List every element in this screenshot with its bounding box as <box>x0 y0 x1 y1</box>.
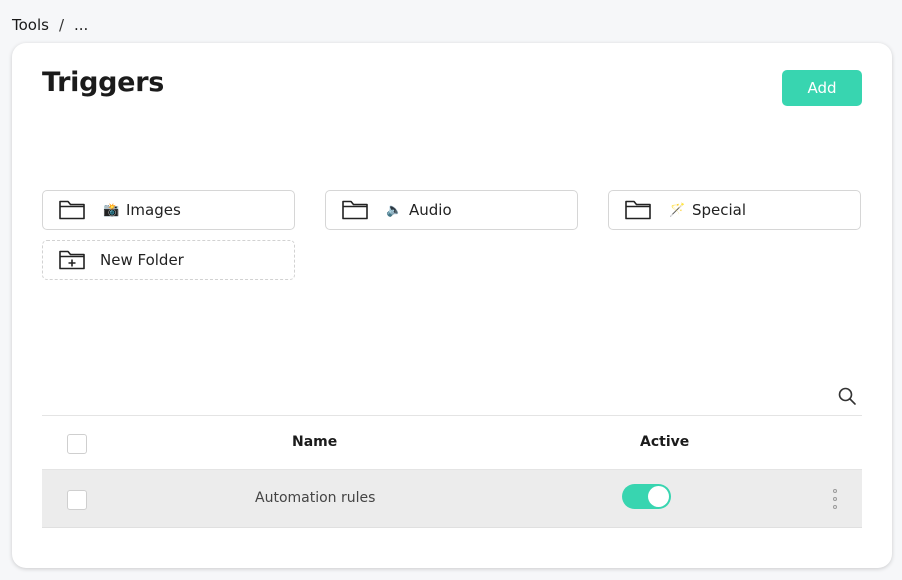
triggers-table: Name Active Automation rules <box>42 415 862 528</box>
row-checkbox[interactable] <box>67 490 87 510</box>
new-folder-button[interactable]: New Folder <box>42 240 295 280</box>
folder-audio[interactable]: 🔈 Audio <box>325 190 578 230</box>
magic-wand-emoji-icon: 🪄 <box>669 202 686 218</box>
column-header-name[interactable]: Name <box>292 434 337 450</box>
more-options-icon[interactable] <box>829 487 841 511</box>
folder-icon <box>59 200 85 220</box>
breadcrumb-current[interactable]: ... <box>74 16 88 34</box>
select-all-checkbox[interactable] <box>67 434 87 454</box>
active-toggle[interactable] <box>622 484 671 509</box>
new-folder-label: New Folder <box>100 251 184 269</box>
speaker-emoji-icon: 🔈 <box>386 202 403 218</box>
table-row[interactable]: Automation rules <box>42 470 862 528</box>
folder-label: Audio <box>409 201 452 219</box>
main-card: Triggers Add 📸 Images 🔈 Audio 🪄 Special … <box>12 43 892 568</box>
folder-label: Images <box>126 201 181 219</box>
folder-icon <box>342 200 368 220</box>
breadcrumb-tools[interactable]: Tools <box>12 16 49 34</box>
breadcrumb-separator: / <box>58 16 65 34</box>
table-header: Name Active <box>42 416 862 470</box>
page-title: Triggers <box>42 67 164 98</box>
folder-images[interactable]: 📸 Images <box>42 190 295 230</box>
add-button[interactable]: Add <box>782 70 862 106</box>
search-icon[interactable] <box>836 385 858 407</box>
toggle-knob <box>648 486 669 507</box>
camera-emoji-icon: 📸 <box>103 202 120 218</box>
folder-label: Special <box>692 201 747 219</box>
breadcrumb: Tools / ... <box>12 16 88 34</box>
folder-icon <box>625 200 651 220</box>
folder-special[interactable]: 🪄 Special <box>608 190 861 230</box>
column-header-active[interactable]: Active <box>640 434 689 450</box>
folder-plus-icon <box>59 250 85 270</box>
row-name: Automation rules <box>255 490 376 506</box>
